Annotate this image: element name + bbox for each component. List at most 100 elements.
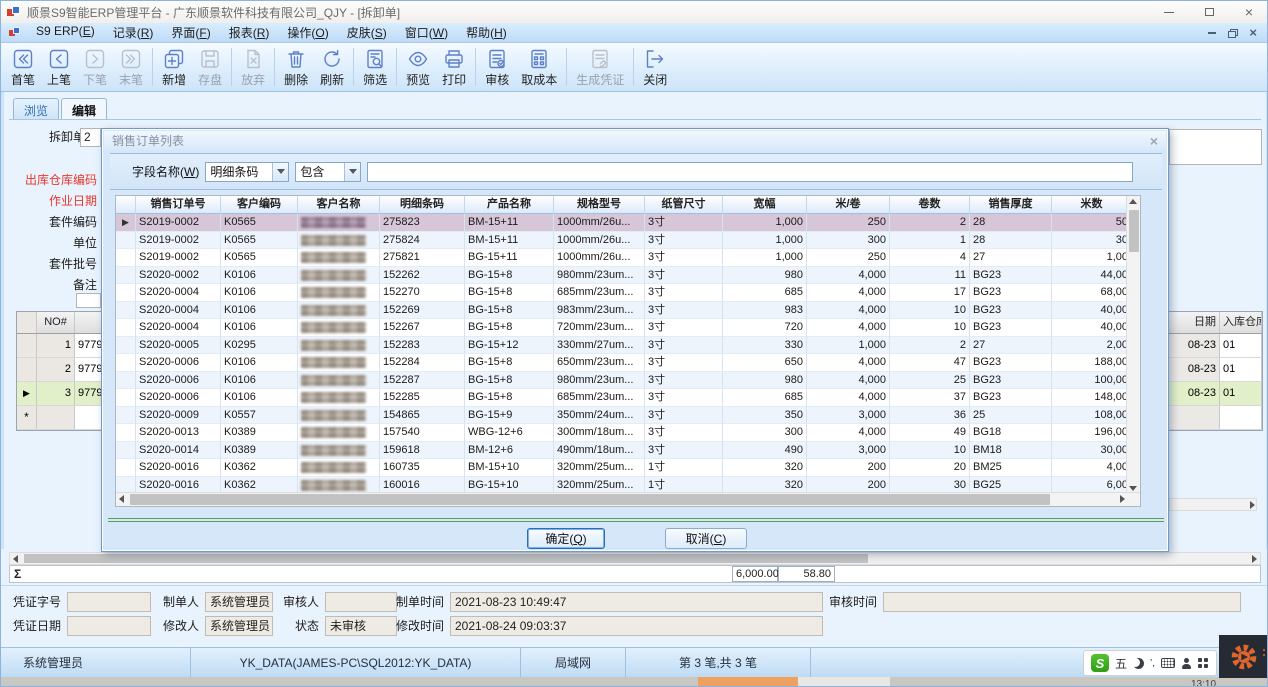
dialog-close-icon[interactable]: ×	[1150, 135, 1158, 147]
table-header-规格型号[interactable]: 规格型号	[554, 196, 645, 214]
table-row[interactable]: S2020-0002K0106152262BG-15+8980mm/23um..…	[116, 267, 1140, 285]
toolbar-button-delete[interactable]: 删除	[278, 45, 314, 89]
table-header-产品名称[interactable]: 产品名称	[465, 196, 554, 214]
table-header-销售订单号[interactable]: 销售订单号	[136, 196, 221, 214]
app-shortcut[interactable]	[1219, 635, 1268, 678]
filter-field-dropdown[interactable]: 明细条码	[205, 162, 289, 182]
menu-item-界面[interactable]: 界面(F)	[162, 22, 219, 43]
table-row[interactable]: S2020-0006K0106152287BG-15+8980mm/23um..…	[116, 372, 1140, 390]
toolbar-button-audit[interactable]: 审核	[479, 45, 515, 89]
chevron-down-icon[interactable]	[344, 163, 360, 181]
maximize-icon[interactable]	[1189, 1, 1229, 23]
menu-item-报表[interactable]: 报表(R)	[220, 22, 279, 43]
table-header-宽幅[interactable]: 宽幅	[723, 196, 807, 214]
toolbar-button-save[interactable]: 存盘	[192, 45, 228, 89]
table-row[interactable]: S2020-0004K0106152267BG-15+8720mm/23um..…	[116, 319, 1140, 337]
table-row[interactable]: S2020-0013K0389157540WBG-12+6300mm/18um.…	[116, 424, 1140, 442]
redacted-customer-name	[301, 375, 366, 386]
table-row[interactable]: S2020-0006K0106152285BG-15+8685mm/23um..…	[116, 389, 1140, 407]
tab-edit[interactable]: 编辑	[61, 98, 107, 119]
table-cell: 250	[807, 214, 890, 232]
table-header-明细条码[interactable]: 明细条码	[380, 196, 465, 214]
table-row[interactable]: S2020-0006K0106152284BG-15+8650mm/23um..…	[116, 354, 1140, 372]
table-cell: BG23	[970, 389, 1052, 407]
table-header-客户编码[interactable]: 客户编码	[221, 196, 298, 214]
toolbox-icon[interactable]	[1198, 658, 1208, 668]
menu-item-操作[interactable]: 操作(O)	[278, 22, 337, 43]
toolbar-button-next-record[interactable]: 下笔	[77, 45, 113, 89]
table-header-卷数[interactable]: 卷数	[890, 196, 970, 214]
mdi-restore-icon[interactable]	[1228, 29, 1237, 37]
table-cell: 980	[723, 372, 807, 390]
table-row[interactable]: S2020-0009K0557154865BG-15+9350mm/24um..…	[116, 407, 1140, 425]
table-cell: S2020-0004	[136, 319, 221, 337]
sogou-logo-icon[interactable]: S	[1091, 654, 1109, 672]
taskbar-button[interactable]	[798, 677, 890, 687]
table-row[interactable]: S2019-0002K0565275821BG-15+111000mm/26u.…	[116, 249, 1140, 267]
table-row[interactable]: ▶S2019-0002K0565275823BM-15+111000mm/26u…	[116, 214, 1140, 232]
toolbar-button-print[interactable]: 打印	[436, 45, 472, 89]
toolbar-button-close-form[interactable]: 关闭	[637, 45, 673, 89]
table-row[interactable]: S2020-0004K0106152269BG-15+8983mm/23um..…	[116, 302, 1140, 320]
remark-field-sliver[interactable]	[1169, 129, 1262, 165]
table-row[interactable]: S2019-0002K0565275824BM-15+111000mm/26u.…	[116, 232, 1140, 250]
form-hscrollbar[interactable]	[9, 552, 1261, 565]
menu-item-皮肤[interactable]: 皮肤(S)	[338, 22, 396, 43]
mdi-minimize-icon[interactable]	[1208, 32, 1216, 34]
toolbar-button-preview[interactable]: 预览	[400, 45, 436, 89]
table-vscrollbar[interactable]	[1126, 196, 1140, 494]
toolbar-button-voucher[interactable]: 生成凭证	[570, 45, 630, 89]
wubi-mode-icon[interactable]: 五	[1115, 655, 1127, 672]
dialog-title: 销售订单列表	[112, 132, 184, 149]
punctuation-mode-icon[interactable]: ’,	[1150, 658, 1155, 669]
app-icon	[7, 6, 21, 18]
table-header-客户名称[interactable]: 客户名称	[298, 196, 380, 214]
footer-field-审核时间[interactable]	[883, 592, 1241, 612]
filter-operator-dropdown[interactable]: 包含	[295, 162, 361, 182]
toolbar-button-prev-record[interactable]: 上笔	[41, 45, 77, 89]
tab-browse[interactable]: 浏览	[13, 98, 59, 119]
moon-icon[interactable]	[1133, 658, 1144, 669]
table-cell: 3寸	[645, 442, 723, 460]
keyboard-icon[interactable]	[1161, 658, 1175, 668]
table-header-米数[interactable]: 米数	[1052, 196, 1132, 214]
toolbar-button-refresh[interactable]: 刷新	[314, 45, 350, 89]
hscroll-thumb[interactable]	[130, 494, 1050, 505]
table-row[interactable]: S2020-0016K0362160735BM-15+10320mm/25um.…	[116, 459, 1140, 477]
toolbar-button-add-new[interactable]: 新增	[156, 45, 192, 89]
chevron-down-icon[interactable]	[272, 163, 288, 181]
menu-item-帮助[interactable]: 帮助(H)	[457, 22, 516, 43]
ok-button[interactable]: 确定(Q)	[527, 528, 605, 549]
table-row[interactable]: S2020-0004K0106152270BG-15+8685mm/23um..…	[116, 284, 1140, 302]
close-icon[interactable]: ×	[1229, 1, 1268, 23]
toolbar-button-last-record[interactable]: 末笔	[113, 45, 149, 89]
table-row[interactable]: S2020-0014K0389159618BM-12+6490mm/18um..…	[116, 442, 1140, 460]
cancel-button[interactable]: 取消(C)	[665, 528, 747, 549]
toolbar-button-first-record[interactable]: 首笔	[5, 45, 41, 89]
minimize-icon[interactable]	[1149, 1, 1189, 23]
taskbar[interactable]: 13:10	[1, 677, 1268, 687]
footer-field-修改时间[interactable]: 2021-08-24 09:03:37	[450, 616, 823, 636]
filter-keyword-input[interactable]	[367, 162, 1133, 182]
toolbar-button-filter-search[interactable]: 筛选	[357, 45, 393, 89]
menu-item-记录[interactable]: 记录(R)	[104, 22, 163, 43]
vscroll-thumb[interactable]	[1129, 210, 1139, 252]
sigma-symbol: Σ	[14, 567, 21, 581]
row-selector	[116, 424, 136, 442]
table-header-米/卷[interactable]: 米/卷	[807, 196, 890, 214]
disassembly-no-field[interactable]: 2	[80, 128, 101, 147]
menu-item-窗口[interactable]: 窗口(W)	[396, 22, 457, 43]
table-cell: 250	[807, 249, 890, 267]
toolbar-button-cost[interactable]: 取成本	[515, 45, 563, 89]
mdi-close-icon[interactable]: ×	[1249, 28, 1257, 38]
table-row[interactable]: S2020-0005K0295152283BG-15+12330mm/27um.…	[116, 337, 1140, 355]
person-icon[interactable]	[1181, 658, 1192, 669]
toolbar-button-discard[interactable]: 放弃	[235, 45, 271, 89]
form-hscroll-thumb[interactable]	[24, 554, 868, 563]
table-header-销售厚度[interactable]: 销售厚度	[970, 196, 1052, 214]
table-header-纸管尺寸[interactable]: 纸管尺寸	[645, 196, 723, 214]
taskbar-active-button[interactable]	[698, 677, 798, 687]
table-hscrollbar[interactable]	[116, 492, 1141, 506]
menu-item-app[interactable]: S9 ERP(E)	[27, 22, 104, 43]
detail-grid-hscrollbar[interactable]	[1169, 498, 1257, 511]
